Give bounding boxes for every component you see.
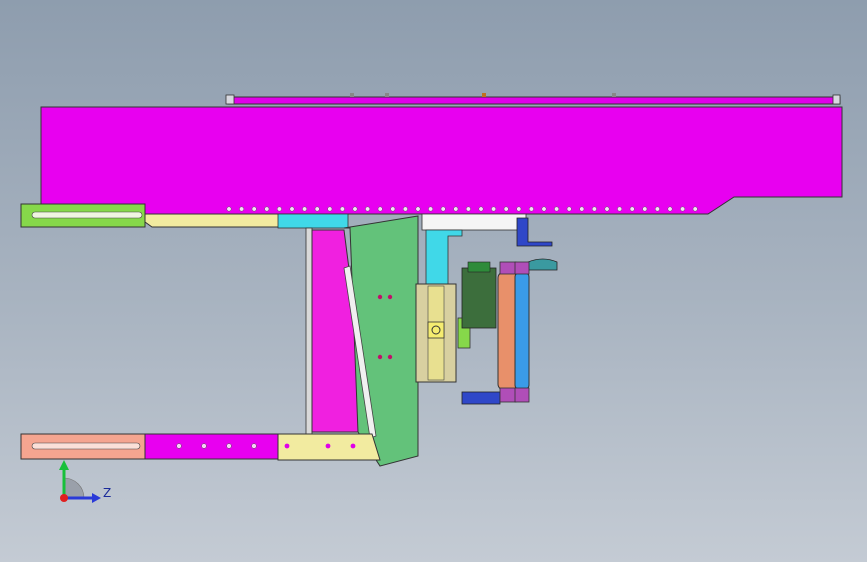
beam-hole	[251, 206, 257, 212]
beam-hole	[503, 206, 509, 212]
beam-hole	[604, 206, 610, 212]
z-axis-label: Z	[103, 486, 111, 500]
beam-hole	[617, 206, 623, 212]
beam-hole	[264, 206, 270, 212]
beam-hole	[415, 206, 421, 212]
beam-hole	[465, 206, 471, 212]
lower-left-rail	[20, 433, 381, 461]
beam-hole	[289, 206, 295, 212]
beam-hole	[629, 206, 635, 212]
beam-hole	[440, 206, 446, 212]
beam-hole	[352, 206, 358, 212]
beam-hole	[377, 206, 383, 212]
beam-hole	[453, 206, 459, 212]
roller-blue	[514, 261, 530, 403]
beam-hole	[428, 206, 434, 212]
beam-hole	[226, 206, 232, 212]
beam-hole	[516, 206, 522, 212]
vertical-frame	[305, 215, 419, 467]
beam-hole	[390, 206, 396, 212]
beam-hole	[591, 206, 597, 212]
beam-hole	[667, 206, 673, 212]
beam-hole	[692, 206, 698, 212]
cad-viewport[interactable]: Z	[0, 0, 867, 562]
beam-hole	[491, 206, 497, 212]
beam-hole	[642, 206, 648, 212]
beam-hole	[314, 206, 320, 212]
beam-hole	[654, 206, 660, 212]
beam-hole	[239, 206, 245, 212]
beam-hole	[365, 206, 371, 212]
beam-hole	[680, 206, 686, 212]
top-rail	[225, 93, 841, 105]
beam-hole	[276, 206, 282, 212]
beam-hole	[566, 206, 572, 212]
beam-hole	[327, 206, 333, 212]
beam-hole	[528, 206, 534, 212]
main-beam	[40, 106, 843, 215]
beam-hole	[554, 206, 560, 212]
beam-hole	[339, 206, 345, 212]
beam-hole	[541, 206, 547, 212]
beam-hole	[579, 206, 585, 212]
axis-triad: Z	[59, 460, 111, 503]
beam-hole	[478, 206, 484, 212]
drive-mechanism	[415, 213, 558, 405]
beam-hole	[402, 206, 408, 212]
beam-hole	[302, 206, 308, 212]
